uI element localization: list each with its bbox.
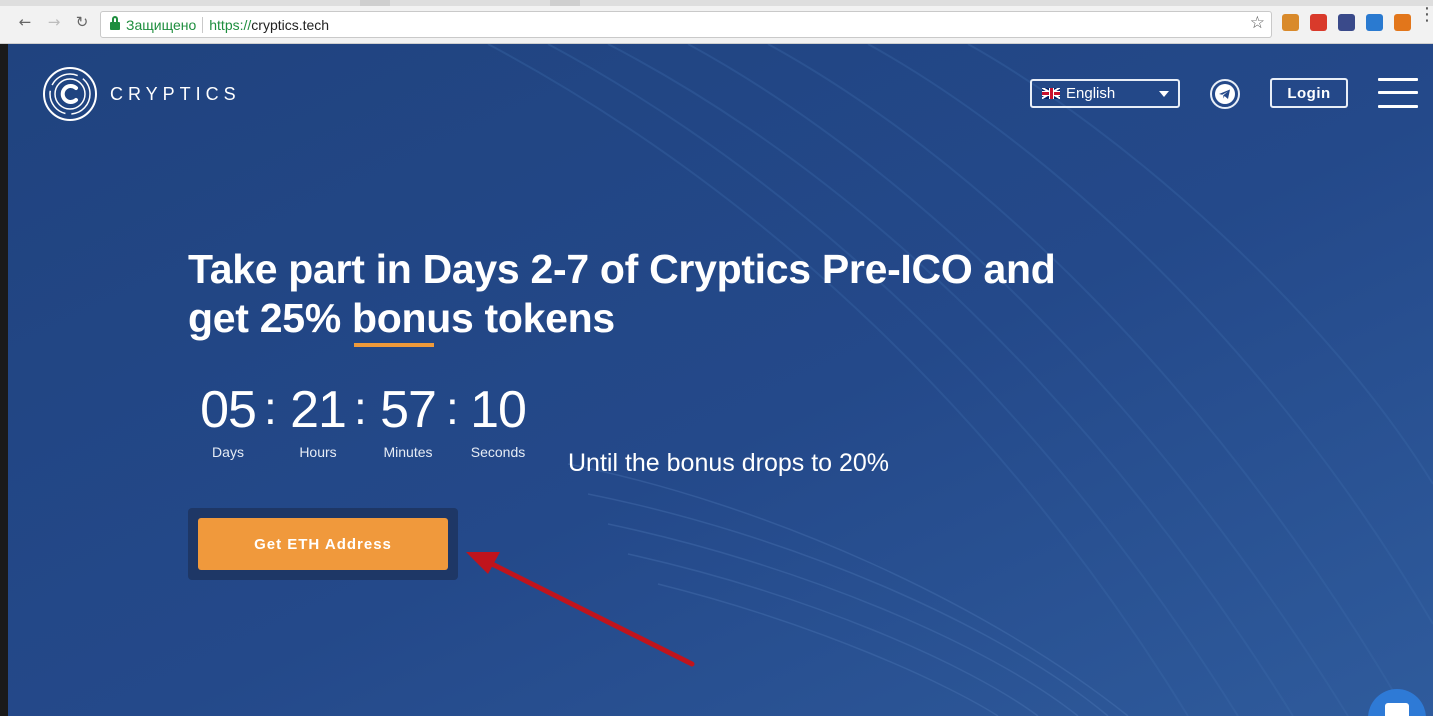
headline-highlight: 25% <box>259 295 341 341</box>
extension-icon-2[interactable] <box>1310 14 1327 31</box>
highlight-underline <box>354 343 434 347</box>
url-host: cryptics.tech <box>251 16 330 33</box>
window-edge <box>0 44 8 716</box>
extension-icon-3[interactable] <box>1338 14 1355 31</box>
language-label: English <box>1066 85 1116 102</box>
countdown-hours-value: 21 <box>290 381 347 439</box>
countdown-hours: 21 Hours <box>282 382 354 460</box>
countdown-separator: : <box>264 382 277 434</box>
hero-background <box>8 44 1433 716</box>
url-scheme: https:// <box>209 16 252 33</box>
countdown-days: 05 Days <box>192 382 264 460</box>
countdown-separator: : <box>354 382 367 434</box>
headline-text-end: bonus tokens <box>340 295 615 341</box>
lock-icon <box>110 15 120 32</box>
chat-icon <box>1385 703 1409 716</box>
tab-strip <box>0 0 1433 6</box>
countdown-seconds: 10 Seconds <box>462 382 534 460</box>
uk-flag-icon <box>1042 88 1060 99</box>
back-button[interactable]: ← <box>16 13 34 31</box>
countdown-minutes-label: Minutes <box>383 444 433 460</box>
countdown-minutes-value: 57 <box>380 381 437 439</box>
telegram-icon <box>1215 84 1235 104</box>
cryptics-logo-icon <box>43 67 97 121</box>
countdown-days-value: 05 <box>200 381 257 439</box>
extension-icon-4[interactable] <box>1366 14 1383 31</box>
menu-icon[interactable] <box>1378 78 1418 108</box>
brand-name: CRYPTICS <box>110 83 241 104</box>
chevron-down-icon <box>1159 91 1169 97</box>
secure-label: Защищено <box>126 16 197 33</box>
extension-icon-1[interactable] <box>1282 14 1299 31</box>
browser-menu-icon[interactable]: ⋮ <box>1418 6 1433 24</box>
countdown-minutes: 57 Minutes <box>372 382 444 460</box>
countdown-seconds-value: 10 <box>470 381 527 439</box>
site-logo[interactable]: CRYPTICS <box>42 66 241 122</box>
address-bar[interactable]: Защищено https:// cryptics.tech ☆ <box>100 11 1272 38</box>
metamask-icon[interactable] <box>1394 14 1411 31</box>
countdown-days-label: Days <box>212 444 244 460</box>
reload-button[interactable]: ↻ <box>73 13 91 31</box>
countdown-hours-label: Hours <box>299 444 337 460</box>
telegram-button[interactable] <box>1210 79 1240 109</box>
bonus-note: Until the bonus drops to 20% <box>568 449 890 477</box>
countdown-separator: : <box>446 382 459 434</box>
forward-button[interactable]: → <box>45 13 63 31</box>
page: CRYPTICS English Login Take part in Days… <box>0 44 1433 716</box>
omnibox-separator <box>202 16 204 33</box>
tab-edge <box>550 0 580 6</box>
browser-toolbar: ← → ↻ Защищено https:// cryptics.tech ☆ … <box>0 0 1433 44</box>
countdown-seconds-label: Seconds <box>470 444 526 460</box>
hero-headline: Take part in Days 2-7 of Cryptics Pre-IC… <box>188 245 1088 343</box>
bookmark-star-icon[interactable]: ☆ <box>1250 15 1265 32</box>
login-button[interactable]: Login <box>1270 78 1348 108</box>
tab-edge <box>360 0 390 6</box>
get-eth-address-button[interactable]: Get ETH Address <box>198 518 448 570</box>
language-select[interactable]: English <box>1030 79 1180 108</box>
